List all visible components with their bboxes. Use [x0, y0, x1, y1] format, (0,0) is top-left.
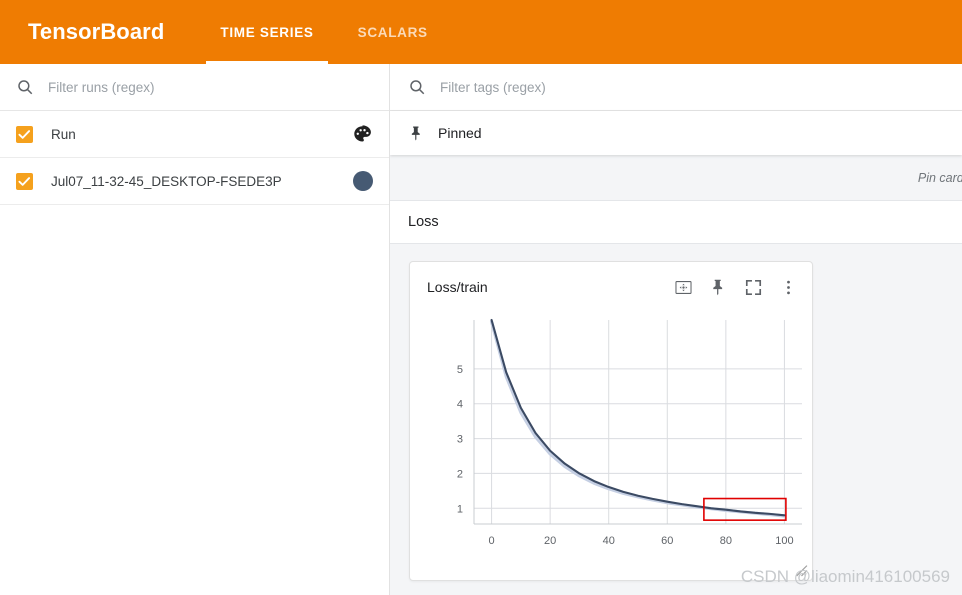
- svg-text:20: 20: [544, 535, 556, 547]
- tab-scalars[interactable]: SCALARS: [336, 0, 450, 64]
- palette-icon[interactable]: [352, 124, 373, 145]
- svg-text:1: 1: [457, 503, 463, 515]
- runs-sidebar: Filter runs (regex) Run Jul07_11-32-45_D…: [0, 64, 390, 595]
- run-color-swatch: [353, 171, 373, 191]
- search-icon: [408, 78, 426, 96]
- card-title: Loss/train: [427, 279, 488, 295]
- svg-text:2: 2: [457, 468, 463, 480]
- app-header: TensorBoard TIME SERIES SCALARS: [0, 0, 962, 64]
- data-fit-icon[interactable]: [674, 278, 693, 297]
- main-panel: Filter tags (regex) Pinned Pin cards Los…: [390, 64, 962, 595]
- pinned-section-header[interactable]: Pinned: [390, 111, 962, 155]
- app-logo-title: TensorBoard: [28, 19, 165, 44]
- svg-text:4: 4: [457, 399, 463, 411]
- run-column-header-label: Run: [51, 126, 76, 142]
- svg-text:0: 0: [489, 535, 495, 547]
- chart-plot[interactable]: 1 2 3 4 5 0 20 40 60 80 100: [410, 312, 812, 580]
- pin-icon: [408, 125, 425, 142]
- run-filter-placeholder: Filter runs (regex): [48, 79, 155, 95]
- tag-filter-placeholder: Filter tags (regex): [440, 79, 546, 95]
- card-grid: Loss/train 1 2 3 4 5 0 20 40 60 80 100: [390, 244, 962, 595]
- search-icon: [16, 78, 34, 96]
- svg-text:5: 5: [457, 364, 463, 376]
- tag-group-title: Loss: [408, 214, 439, 230]
- run-list-header-row: Run: [0, 111, 389, 158]
- card-action-buttons: [674, 278, 798, 297]
- svg-text:80: 80: [720, 535, 732, 547]
- pin-cards-hint-strip: Pin cards: [390, 155, 962, 201]
- svg-text:100: 100: [775, 535, 793, 547]
- toggle-all-runs-checkbox[interactable]: [16, 125, 33, 143]
- chart-svg: 1 2 3 4 5 0 20 40 60 80 100: [457, 318, 802, 547]
- svg-text:3: 3: [457, 434, 463, 446]
- card-header: Loss/train: [410, 262, 812, 312]
- run-list-item[interactable]: Jul07_11-32-45_DESKTOP-FSEDE3P: [0, 158, 389, 205]
- run-filter-row[interactable]: Filter runs (regex): [0, 64, 389, 111]
- pin-cards-hint-text: Pin cards: [917, 170, 962, 185]
- more-options-icon[interactable]: [779, 278, 798, 297]
- watermark-text: CSDN @liaomin416100569: [740, 567, 950, 586]
- tab-scalars-label: SCALARS: [357, 24, 428, 40]
- fullscreen-icon[interactable]: [744, 278, 763, 297]
- run-checkbox[interactable]: [16, 172, 33, 190]
- svg-text:40: 40: [603, 535, 615, 547]
- tab-time-series-label: TIME SERIES: [220, 24, 314, 40]
- tab-time-series[interactable]: TIME SERIES: [198, 0, 335, 64]
- tag-filter-row[interactable]: Filter tags (regex): [390, 64, 962, 111]
- run-name-label: Jul07_11-32-45_DESKTOP-FSEDE3P: [51, 173, 282, 189]
- pin-icon[interactable]: [709, 278, 728, 297]
- main-tabs: TIME SERIES SCALARS: [198, 0, 449, 64]
- pinned-label: Pinned: [438, 125, 482, 141]
- tag-group-header-loss[interactable]: Loss: [390, 201, 962, 244]
- scalar-card: Loss/train 1 2 3 4 5 0 20 40 60 80 100: [409, 261, 813, 581]
- svg-text:60: 60: [661, 535, 673, 547]
